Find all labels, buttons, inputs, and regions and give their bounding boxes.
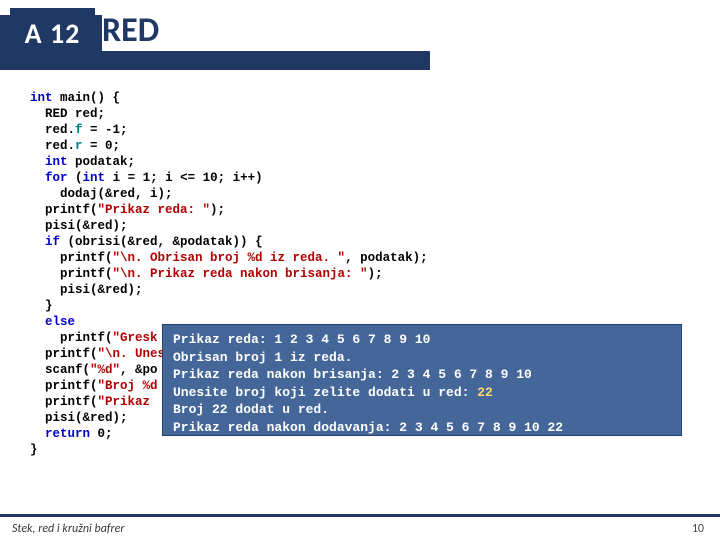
code-text: printf( (30, 251, 113, 265)
output-line: Unesite broj koji zelite dodati u red: (173, 385, 477, 400)
code-text: , podatak); (345, 251, 428, 265)
code-text (30, 427, 45, 441)
output-line: Prikaz reda nakon brisanja: 2 3 4 5 6 7 … (173, 367, 532, 382)
code-text: = 0; (83, 139, 121, 153)
code-text: 0; (90, 427, 113, 441)
code-text: pisi(&red); (30, 283, 143, 297)
string-literal: "\n. Obrisan broj %d iz reda. " (113, 251, 346, 265)
kw-for: for (45, 171, 68, 185)
code-text: scanf( (30, 363, 90, 377)
code-text: (obrisi(&red, &podatak)) { (60, 235, 263, 249)
slide-number-badge: A 12 (10, 8, 95, 58)
code-text: dodaj(&red, i); (30, 187, 173, 201)
string-literal: "%d" (90, 363, 120, 377)
code-text: main() { (53, 91, 121, 105)
output-line: Prikaz reda: 1 2 3 4 5 6 7 8 9 10 (173, 332, 430, 347)
program-output: Prikaz reda: 1 2 3 4 5 6 7 8 9 10 Obrisa… (162, 324, 682, 436)
header-strip (0, 58, 430, 70)
kw-int: int (83, 171, 106, 185)
code-text (30, 315, 45, 329)
code-text: red. (30, 123, 75, 137)
code-text: = -1; (83, 123, 128, 137)
code-text: pisi(&red); (30, 411, 128, 425)
string-literal: "Gresk (113, 331, 158, 345)
code-text: , &po (120, 363, 158, 377)
code-text: printf( (30, 395, 98, 409)
kw-else: else (45, 315, 75, 329)
code-text: printf( (30, 331, 113, 345)
field-r: r (75, 139, 83, 153)
kw-int: int (45, 155, 68, 169)
kw-return: return (45, 427, 90, 441)
output-input-value: 22 (477, 385, 493, 400)
code-text: printf( (30, 347, 98, 361)
field-f: f (75, 123, 83, 137)
page-number: 10 (692, 522, 704, 536)
footer: Stek, red i kružni bafrer 10 (0, 514, 720, 540)
code-text: } (30, 299, 53, 313)
footer-text: Stek, red i kružni bafrer (12, 522, 124, 536)
code-text (30, 171, 45, 185)
code-text: printf( (30, 267, 113, 281)
code-text: ); (368, 267, 383, 281)
code-text (30, 155, 45, 169)
output-line: Prikaz reda nakon dodavanja: 2 3 4 5 6 7… (173, 420, 563, 435)
code-text: podatak; (68, 155, 136, 169)
kw-if: if (45, 235, 60, 249)
code-text: ); (210, 203, 225, 217)
string-literal: "Prikaz reda: " (98, 203, 211, 217)
code-text (30, 235, 45, 249)
kw-int: int (30, 91, 53, 105)
code-text: pisi(&red); (30, 219, 128, 233)
code-text: RED red; (30, 107, 105, 121)
code-text: red. (30, 139, 75, 153)
code-text: printf( (30, 379, 98, 393)
code-text: i = 1; i <= 10; i++) (105, 171, 263, 185)
slide-title: RED (102, 10, 559, 51)
code-text: ( (68, 171, 83, 185)
output-line: Obrisan broj 1 iz reda. (173, 350, 352, 365)
string-literal: "\n. Prikaz reda nakon brisanja: " (113, 267, 368, 281)
output-line: Broj 22 dodat u red. (173, 402, 329, 417)
code-text: printf( (30, 203, 98, 217)
string-literal: "Prikaz (98, 395, 158, 409)
string-literal: "Broj %d (98, 379, 158, 393)
code-text: } (30, 443, 38, 457)
